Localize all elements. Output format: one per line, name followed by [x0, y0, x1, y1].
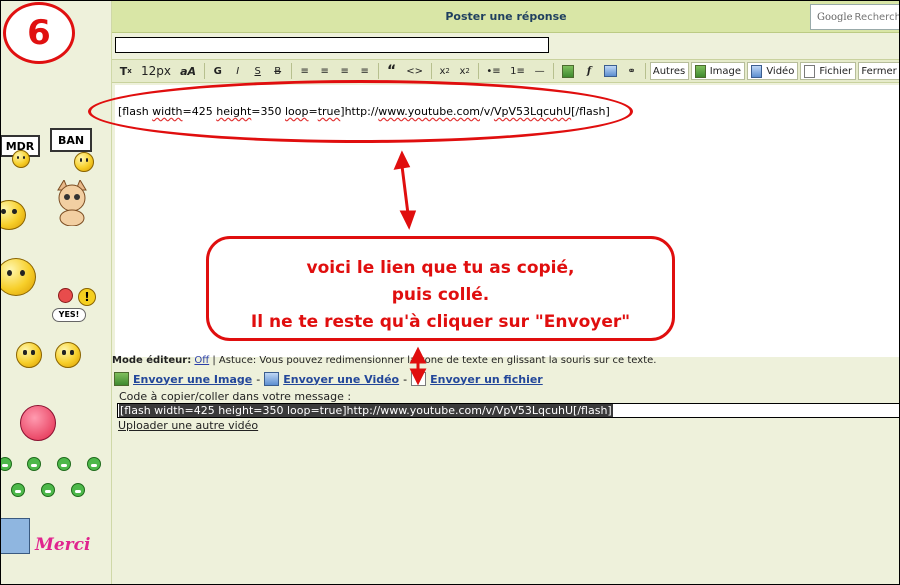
flash-icon[interactable]: f — [580, 62, 598, 80]
image-upload-icon — [114, 372, 129, 386]
close-button[interactable]: Fermer — [858, 62, 900, 80]
superscript-icon[interactable]: x2 — [456, 62, 474, 80]
link-separator: - — [403, 372, 408, 386]
quote-icon[interactable]: “ — [383, 62, 401, 80]
send-video-link[interactable]: Envoyer une Vidéo — [283, 373, 399, 386]
video-icon[interactable] — [600, 62, 621, 80]
file-button-label: Fichier — [819, 65, 853, 77]
toolbar-separator — [552, 63, 554, 79]
smiley-merci-face[interactable] — [0, 518, 30, 554]
smiley-sidebar: 6 MDR BAN ! YES! Merci — [0, 0, 112, 585]
mode-label: Mode éditeur: — [112, 355, 192, 366]
google-search-placeholder: Recherch — [854, 11, 900, 23]
font-case-button[interactable]: aA — [176, 62, 199, 80]
code-label: Code à copier/coller dans votre message … — [119, 390, 352, 403]
callout-line-2: puis collé. — [391, 285, 490, 305]
embed-code-field[interactable]: [flash width=425 height=350 loop=true]ht… — [117, 403, 900, 418]
page-title: Poster une réponse — [445, 10, 567, 23]
autres-button[interactable]: Autres — [649, 62, 689, 80]
toolbar-separator — [430, 63, 432, 79]
subject-input[interactable] — [115, 37, 549, 53]
bullet-list-icon[interactable]: •≡ — [483, 62, 505, 80]
smiley-laugh-small[interactable] — [12, 150, 30, 168]
google-logo: Google — [817, 11, 853, 23]
smiley-merci[interactable]: Merci — [35, 535, 90, 555]
editor-mode-line: Mode éditeur: Off | Astuce: Vous pouvez … — [112, 355, 656, 366]
smiley-green-5[interactable] — [11, 483, 25, 497]
google-search-input[interactable]: Google Recherch — [810, 4, 900, 30]
cat-icon — [57, 178, 87, 227]
embed-code-selected: [flash width=425 height=350 loop=true]ht… — [119, 404, 613, 417]
video-upload-icon — [264, 372, 280, 386]
italic-button[interactable]: I — [229, 62, 247, 80]
editor-toolbar: Tx 12px aA G I S B ≡ ≡ ≡ ≡ “ <> x2 x2 •≡… — [112, 59, 900, 83]
reply-header: Poster une réponse Google Recherch — [112, 0, 900, 33]
smiley-green-2[interactable] — [27, 457, 41, 471]
callout-line-3: Il ne te reste qu'à cliquer sur "Envoyer… — [250, 312, 631, 332]
smiley-green-3[interactable] — [57, 457, 71, 471]
image-icon — [694, 64, 706, 78]
smiley-big-laugh[interactable] — [0, 258, 36, 296]
font-size-button[interactable]: 12px — [138, 62, 175, 80]
upload-links: Envoyer une Image - Envoyer une Vidéo - … — [114, 370, 543, 388]
smiley-yes-label: YES! — [58, 310, 80, 319]
align-right-icon[interactable]: ≡ — [336, 62, 354, 80]
toolbar-separator — [377, 63, 379, 79]
toolbar-separator — [203, 63, 205, 79]
file-upload-icon — [411, 372, 427, 386]
code-icon[interactable]: <> — [403, 62, 427, 80]
align-left-icon[interactable]: ≡ — [296, 62, 314, 80]
callout-line-1: voici le lien que tu as copié, — [306, 258, 575, 278]
link-icon[interactable]: ⚭ — [623, 62, 641, 80]
video-button[interactable]: Vidéo — [747, 62, 799, 80]
smiley-green-7[interactable] — [71, 483, 85, 497]
image-button-label: Image — [709, 65, 742, 77]
smiley-green-4[interactable] — [87, 457, 101, 471]
file-button[interactable]: Fichier — [800, 62, 857, 80]
text-format-icon[interactable]: Tx — [116, 62, 136, 80]
bold-button[interactable]: G — [209, 62, 227, 80]
smiley-ban-face[interactable] — [74, 152, 94, 172]
smiley-grin[interactable] — [0, 200, 26, 230]
strikethrough-button[interactable]: B — [269, 62, 287, 80]
toolbar-separator — [477, 63, 479, 79]
smiley-green-1[interactable] — [0, 457, 12, 471]
video-icon — [751, 64, 763, 78]
smiley-yes-face[interactable] — [55, 342, 81, 368]
smiley-green-6[interactable] — [41, 483, 55, 497]
smiley-ban-label: BAN — [57, 133, 85, 147]
smiley-yes[interactable]: YES! — [52, 308, 86, 322]
link-separator: - — [256, 372, 261, 386]
align-justify-icon[interactable]: ≡ — [356, 62, 374, 80]
image-button[interactable]: Image — [690, 62, 746, 80]
send-file-link[interactable]: Envoyer un fichier — [430, 373, 543, 386]
toolbar-separator — [644, 63, 646, 79]
smiley-pink-face[interactable] — [20, 405, 56, 441]
smiley-racket[interactable] — [16, 342, 42, 368]
horizontal-rule-icon[interactable]: — — [531, 62, 549, 80]
video-button-label: Vidéo — [766, 65, 795, 77]
toolbar-separator — [290, 63, 292, 79]
smiley-ban[interactable]: BAN — [50, 128, 92, 152]
instruction-callout: voici le lien que tu as copié, puis coll… — [206, 236, 675, 341]
send-image-link[interactable]: Envoyer une Image — [133, 373, 252, 386]
upload-another-video-link[interactable]: Uploader une autre vidéo — [118, 419, 258, 432]
insert-image-icon[interactable] — [558, 62, 579, 80]
align-center-icon[interactable]: ≡ — [316, 62, 334, 80]
smiley-exclamation[interactable]: ! — [78, 288, 96, 306]
smiley-merci-label: Merci — [35, 535, 91, 555]
highlight-ellipse — [88, 80, 633, 143]
smiley-cat[interactable] — [52, 178, 92, 227]
file-icon — [804, 64, 816, 78]
astuce-text: | Astuce: Vous pouvez redimensionner la … — [212, 355, 657, 366]
subscript-icon[interactable]: x2 — [436, 62, 454, 80]
underline-button[interactable]: S — [249, 62, 267, 80]
numbered-list-icon[interactable]: 1≡ — [506, 62, 528, 80]
step-number-badge: 6 — [3, 2, 75, 64]
mode-toggle-link[interactable]: Off — [194, 355, 209, 366]
smiley-red-ball[interactable] — [58, 288, 73, 303]
